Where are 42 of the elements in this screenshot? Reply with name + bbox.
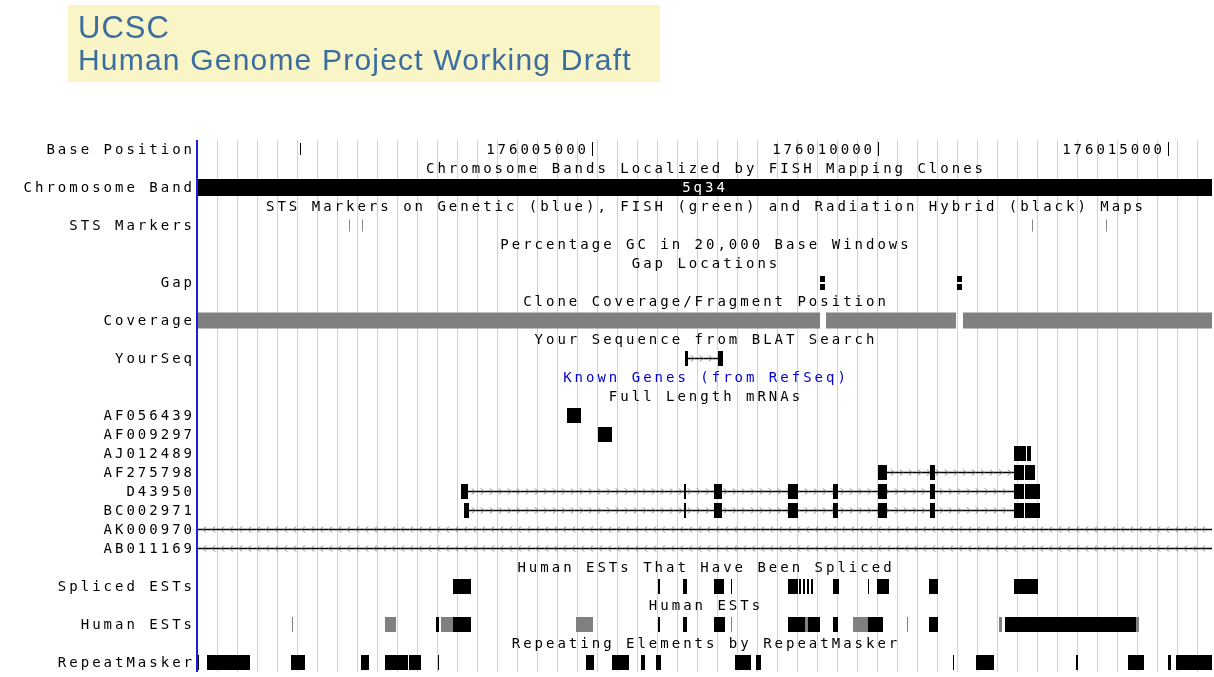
- mrna-drawing: [1014, 446, 1031, 461]
- track-label: Base Position: [46, 140, 195, 159]
- track-label: AF275798: [103, 463, 195, 482]
- ruler-tick: [878, 141, 879, 157]
- base-position-number: 176010000: [772, 141, 875, 157]
- ruler-tick: [1168, 141, 1169, 157]
- track-label: Chromosome Band: [23, 178, 195, 197]
- track-label: AB011169: [103, 539, 195, 558]
- track-label: RepeatMasker: [57, 653, 195, 672]
- track-label: Spliced ESTs: [57, 577, 195, 596]
- logo-title: UCSC: [78, 11, 171, 44]
- track-label: Human ESTs: [80, 615, 195, 634]
- track-title: Percentage GC in 20,000 Base Windows: [500, 235, 912, 254]
- alignment-drawing: [685, 351, 723, 366]
- track-title: Human ESTs That Have Been Spliced: [517, 558, 895, 577]
- track-title: Your Sequence from BLAT Search: [534, 330, 878, 349]
- track-title: Full Length mRNAs: [608, 387, 804, 406]
- track-label: AF056439: [103, 406, 195, 425]
- track-label: AK000970: [103, 520, 195, 539]
- base-position-number: 176005000: [486, 141, 589, 157]
- track-title-link[interactable]: Known Genes (from RefSeq): [563, 368, 849, 387]
- track-label: D43950: [126, 482, 195, 501]
- band-name: 5q34: [682, 179, 728, 195]
- track-title: Repeating Elements by RepeatMasker: [511, 634, 901, 653]
- track-label: STS Markers: [69, 216, 195, 235]
- track-title: Gap Locations: [631, 254, 781, 273]
- track-label: AF009297: [103, 425, 195, 444]
- base-position-number: 176015000: [1062, 141, 1165, 157]
- logo-subtitle: Human Genome Project Working Draft: [78, 43, 633, 76]
- track-label: Gap: [160, 273, 195, 292]
- track-label: Coverage: [103, 311, 195, 330]
- track-label: YourSeq: [115, 349, 195, 368]
- track-label: BC002971: [103, 501, 195, 520]
- mrna-drawing: [598, 427, 612, 442]
- track-title: Chromosome Bands Localized by FISH Mapping Clones: [426, 159, 986, 178]
- ruler-tick: [300, 142, 301, 156]
- mrna-drawing: [567, 408, 581, 423]
- ruler-tick: [592, 141, 593, 157]
- track-title: Clone Coverage/Fragment Position: [523, 292, 889, 311]
- track-title: STS Markers on Genetic (blue), FISH (green) and Radiation Hybrid (black) Maps: [266, 197, 1146, 216]
- track-label: AJ012489: [103, 444, 195, 463]
- track-title: Human ESTs: [648, 596, 764, 615]
